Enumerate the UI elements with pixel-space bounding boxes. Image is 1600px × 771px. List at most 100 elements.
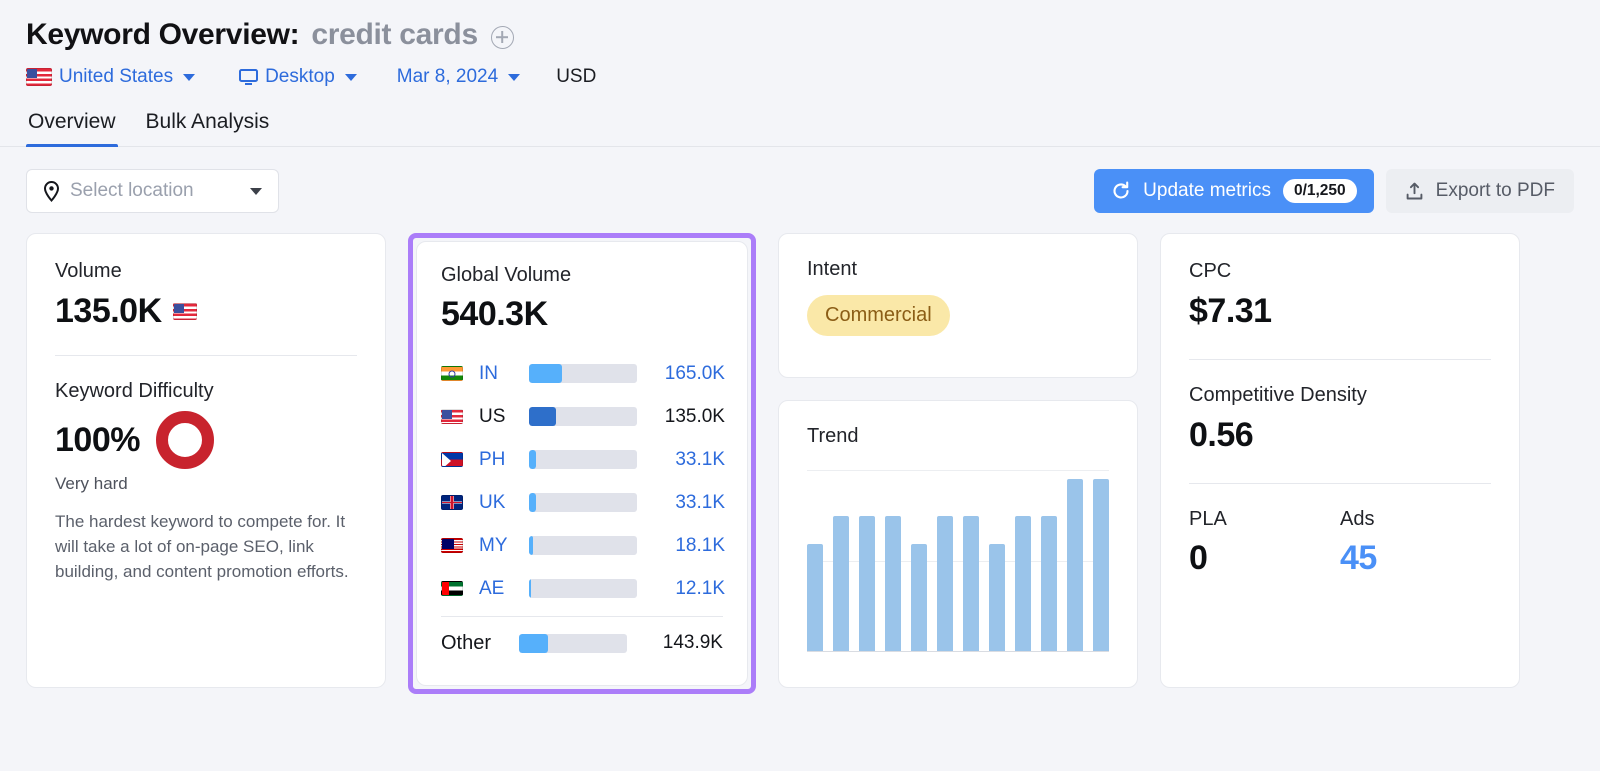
keyword-difficulty-donut	[155, 411, 214, 469]
page-title: Keyword Overview: credit cards	[26, 18, 1574, 52]
date-label: Mar 8, 2024	[396, 66, 499, 87]
plus-circle-icon[interactable]	[490, 25, 514, 49]
pla-block: PLA 0	[1189, 508, 1340, 578]
volume-bar	[529, 450, 637, 469]
intent-card: Intent Commercial	[778, 233, 1138, 378]
status-badge: Commercial	[807, 295, 950, 336]
country-selector[interactable]: United States	[26, 66, 196, 88]
country-volume: 165.0K	[664, 362, 725, 384]
country-code: AE	[479, 577, 505, 599]
country-code: UK	[479, 491, 506, 513]
toolbar-actions: Update metrics 0/1,250 Export to PDF	[1094, 169, 1574, 213]
uk-flag-icon	[441, 495, 463, 510]
trend-bar[interactable]	[937, 516, 953, 651]
chevron-down-icon	[250, 187, 262, 195]
cpc-label: CPC	[1189, 260, 1232, 282]
update-metrics-button[interactable]: Update metrics 0/1,250	[1094, 169, 1374, 213]
ae-flag-icon	[441, 581, 463, 596]
volume-bar	[519, 633, 627, 653]
update-metrics-label: Update metrics	[1143, 180, 1271, 201]
us-flag-icon	[26, 68, 52, 86]
tab-overview[interactable]: Overview	[26, 110, 118, 147]
country-volume: 33.1K	[675, 491, 725, 513]
filter-bar: United States Desktop Mar 8, 2024 USD	[26, 66, 1574, 88]
trend-card: Trend	[778, 400, 1138, 688]
country-code: PH	[479, 448, 506, 470]
country-volume: 18.1K	[675, 534, 725, 556]
volume-bar	[529, 407, 637, 426]
country-volume: 33.1K	[675, 448, 725, 470]
tab-bar: Overview Bulk Analysis	[0, 110, 1600, 147]
device-selector[interactable]: Desktop	[239, 66, 357, 88]
location-select[interactable]: Select location	[26, 169, 279, 213]
keyword-difficulty-label: Keyword Difficulty	[55, 380, 214, 402]
table-row[interactable]: IN 165.0K	[441, 352, 725, 395]
upload-icon	[1406, 182, 1423, 199]
table-row[interactable]: US 135.0K	[441, 395, 725, 438]
export-pdf-button[interactable]: Export to PDF	[1385, 169, 1574, 213]
table-row[interactable]: MY 18.1K	[441, 524, 725, 567]
divider	[441, 616, 723, 617]
trend-bar[interactable]	[1015, 516, 1031, 651]
ph-flag-icon	[441, 452, 463, 467]
my-flag-icon	[441, 538, 463, 553]
intent-trend-column: Intent Commercial Trend	[778, 233, 1138, 688]
trend-bar[interactable]	[859, 516, 875, 651]
volume-label: Volume	[55, 260, 122, 282]
table-row[interactable]: UK 33.1K	[441, 481, 725, 524]
metrics-grid: Volume 135.0K Keyword Difficulty 100% Ve…	[0, 213, 1600, 694]
trend-bar[interactable]	[963, 516, 979, 651]
trend-bar[interactable]	[833, 516, 849, 651]
ads-label: Ads	[1340, 508, 1375, 530]
page-title-prefix: Keyword Overview:	[26, 18, 300, 51]
trend-bar[interactable]	[807, 543, 823, 651]
country-code: IN	[479, 362, 498, 384]
keyword-difficulty-level: Very hard	[55, 474, 128, 493]
global-volume-highlight: Global Volume 540.3K IN 165.0K US 135.0K…	[408, 233, 756, 694]
refresh-icon	[1113, 181, 1129, 199]
other-label: Other	[441, 631, 492, 654]
toolbar: Select location Update metrics 0/1,250 E…	[0, 147, 1600, 213]
divider	[1189, 483, 1491, 484]
divider	[1189, 359, 1491, 360]
trend-bar[interactable]	[885, 516, 901, 651]
axis-line	[807, 650, 1109, 652]
trend-bar[interactable]	[1093, 478, 1109, 651]
date-selector[interactable]: Mar 8, 2024	[396, 66, 521, 88]
us-flag-icon	[172, 303, 197, 320]
other-volume: 143.9K	[662, 632, 723, 653]
ads-value[interactable]: 45	[1340, 539, 1491, 578]
pla-label: PLA	[1189, 508, 1227, 530]
trend-bar[interactable]	[911, 543, 927, 651]
keyword-difficulty-description: The hardest keyword to compete for. It w…	[55, 512, 349, 581]
country-volume: 135.0K	[664, 405, 725, 427]
update-metrics-count: 0/1,250	[1282, 179, 1357, 203]
ads-block: Ads 45	[1340, 508, 1491, 578]
table-row-other: Other 143.9K	[441, 621, 723, 665]
global-volume-card: Global Volume 540.3K IN 165.0K US 135.0K…	[416, 241, 748, 686]
country-code: US	[479, 405, 506, 427]
tab-bulk-analysis[interactable]: Bulk Analysis	[144, 110, 272, 146]
table-row[interactable]: PH 33.1K	[441, 438, 725, 481]
volume-bar	[529, 493, 637, 512]
cpc-card: CPC $7.31 Competitive Density 0.56 PLA 0…	[1160, 233, 1520, 688]
volume-bar	[529, 536, 637, 555]
device-label: Desktop	[265, 66, 335, 87]
trend-bar[interactable]	[1041, 516, 1057, 651]
chevron-down-icon	[183, 73, 196, 81]
pla-ads-row: PLA 0 Ads 45	[1189, 508, 1491, 578]
volume-bar	[529, 364, 637, 383]
trend-bar[interactable]	[1067, 478, 1083, 651]
keyword-difficulty-value: 100%	[55, 420, 140, 459]
keyword-overview-page: Keyword Overview: credit cards United St…	[0, 0, 1600, 771]
global-volume-label: Global Volume	[441, 264, 572, 286]
trend-chart	[807, 470, 1109, 652]
in-flag-icon	[441, 366, 463, 381]
currency-label: USD	[556, 66, 597, 87]
intent-label: Intent	[807, 258, 858, 280]
page-header: Keyword Overview: credit cards United St…	[0, 0, 1600, 88]
keyword-difficulty-value-row: 100%	[55, 411, 357, 469]
us-flag-icon	[441, 409, 463, 424]
trend-bar[interactable]	[989, 543, 1005, 651]
table-row[interactable]: AE 12.1K	[441, 567, 725, 610]
